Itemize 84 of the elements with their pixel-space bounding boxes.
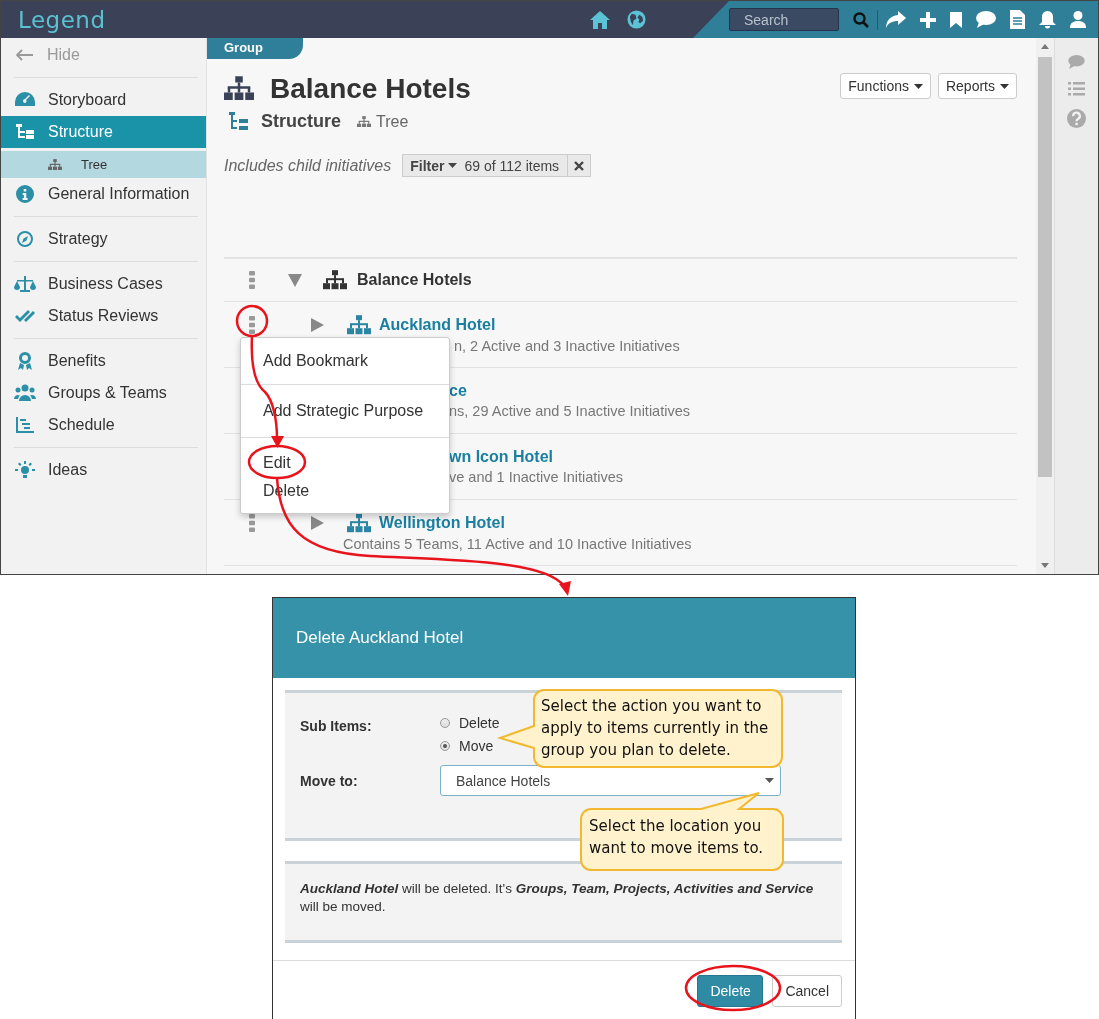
field-label: Sub Items: xyxy=(300,717,373,734)
people-icon xyxy=(14,383,36,403)
sidebar-item[interactable]: Strategy xyxy=(1,223,206,255)
dropdown-button[interactable]: Functions xyxy=(840,73,931,99)
structure-icon xyxy=(229,111,251,132)
user-icon[interactable] xyxy=(1070,11,1086,28)
radio-button[interactable] xyxy=(440,718,450,728)
filter-button[interactable]: Filter xyxy=(403,155,465,176)
arrow-left-icon xyxy=(16,49,33,61)
sidebar-subitem[interactable]: Tree xyxy=(1,151,206,178)
structure-icon xyxy=(14,122,36,142)
more-icon[interactable] xyxy=(249,514,255,532)
delete-note: Auckland Hotel will be deleted. It's Groups, Team, Projects, Activities and Service will be moved. xyxy=(300,880,815,916)
tree-root-title[interactable]: Balance Hotels xyxy=(357,271,472,289)
dropdown-button[interactable]: Reports xyxy=(937,73,1017,99)
tree-icon xyxy=(48,158,62,171)
move-to-select[interactable]: Balance Hotels xyxy=(440,765,781,796)
item-count: 69 of 112 items xyxy=(464,156,561,176)
tree-item-summary: n, 2 Active and 3 Inactive Initiatives xyxy=(453,338,681,355)
sidebar-item[interactable]: Business Cases xyxy=(1,268,206,300)
delete-button[interactable]: Delete xyxy=(697,975,764,1007)
hierarchy-icon xyxy=(347,314,371,336)
highlight-circle xyxy=(247,444,307,480)
sidebar-item[interactable]: Status Reviews xyxy=(1,300,206,332)
scales-icon xyxy=(14,274,36,294)
tree-item-title[interactable]: Wellington Hotel xyxy=(379,514,505,532)
bulb-icon xyxy=(14,460,36,480)
tree-item-summary: ns, 29 Active and 5 Inactive Initiatives xyxy=(449,403,690,419)
hierarchy-icon xyxy=(347,512,371,534)
tree-item-title[interactable]: ce xyxy=(449,382,467,400)
expand-icon[interactable] xyxy=(310,516,324,530)
bookmark-icon[interactable] xyxy=(950,11,962,28)
view-title: Structure xyxy=(261,111,341,132)
sidebar-item[interactable]: Structure xyxy=(1,116,206,148)
document-icon[interactable] xyxy=(1010,10,1025,29)
expand-icon[interactable] xyxy=(310,318,324,332)
hierarchy-icon xyxy=(224,76,254,102)
sidebar-item[interactable]: General Information xyxy=(1,178,206,210)
hierarchy-icon xyxy=(323,269,347,291)
sidebar-item[interactable]: Storyboard xyxy=(1,84,206,116)
dialog-title: Delete Auckland Hotel xyxy=(296,628,464,648)
tree-item-summary: Contains 5 Teams, 11 Active and 10 Inactive Initiatives xyxy=(342,536,693,553)
more-icon[interactable] xyxy=(249,271,255,289)
sidebar-item[interactable]: Schedule xyxy=(1,409,206,441)
schedule-icon xyxy=(14,415,36,435)
page-title: Balance Hotels xyxy=(270,73,471,105)
bell-icon[interactable] xyxy=(1039,10,1056,29)
field-label: Move to: xyxy=(300,772,359,789)
globe-icon[interactable] xyxy=(627,10,646,29)
tree-item-title[interactable]: Auckland Hotel xyxy=(379,316,496,334)
compass-icon xyxy=(14,229,36,249)
sidebar-item[interactable]: Benefits xyxy=(1,345,206,377)
share-icon[interactable] xyxy=(886,11,906,28)
filter-note: Includes child initiatives xyxy=(224,156,392,175)
plus-icon[interactable] xyxy=(920,11,936,28)
cancel-button[interactable]: Cancel xyxy=(772,975,842,1007)
tree-item-summary: ve and 1 Inactive Initiatives xyxy=(449,469,624,485)
sidebar-item[interactable]: Groups & Teams xyxy=(1,377,206,409)
caret-icon xyxy=(765,778,774,783)
help-icon[interactable] xyxy=(1067,109,1086,128)
search-field[interactable]: Search xyxy=(729,8,839,31)
search-icon[interactable] xyxy=(853,11,869,28)
collapse-icon[interactable] xyxy=(288,273,302,287)
scroll-down-icon[interactable] xyxy=(1041,563,1049,568)
caret-icon xyxy=(1000,83,1009,89)
menu-item[interactable]: Add Bookmark xyxy=(241,347,449,375)
scroll-thumb[interactable] xyxy=(1038,57,1052,477)
tree-item-title[interactable]: wn Icon Hotel xyxy=(449,448,553,466)
radio-button[interactable] xyxy=(440,741,450,751)
highlight-circle xyxy=(235,304,269,338)
close-icon xyxy=(574,160,585,171)
scroll-up-icon[interactable] xyxy=(1041,44,1049,49)
more-icon[interactable] xyxy=(249,316,255,334)
chat-icon[interactable] xyxy=(976,11,996,28)
view-mode: Tree xyxy=(376,112,409,131)
home-icon[interactable] xyxy=(590,10,610,29)
caret-icon xyxy=(913,83,923,89)
caret-icon xyxy=(448,163,458,168)
tree-icon xyxy=(357,115,371,128)
app-logo[interactable]: Legend xyxy=(18,6,106,33)
info-icon xyxy=(14,184,36,204)
sidebar-item[interactable]: Ideas xyxy=(1,454,206,486)
menu-item[interactable]: Edit xyxy=(241,449,449,477)
scrollbar[interactable] xyxy=(1036,38,1054,574)
